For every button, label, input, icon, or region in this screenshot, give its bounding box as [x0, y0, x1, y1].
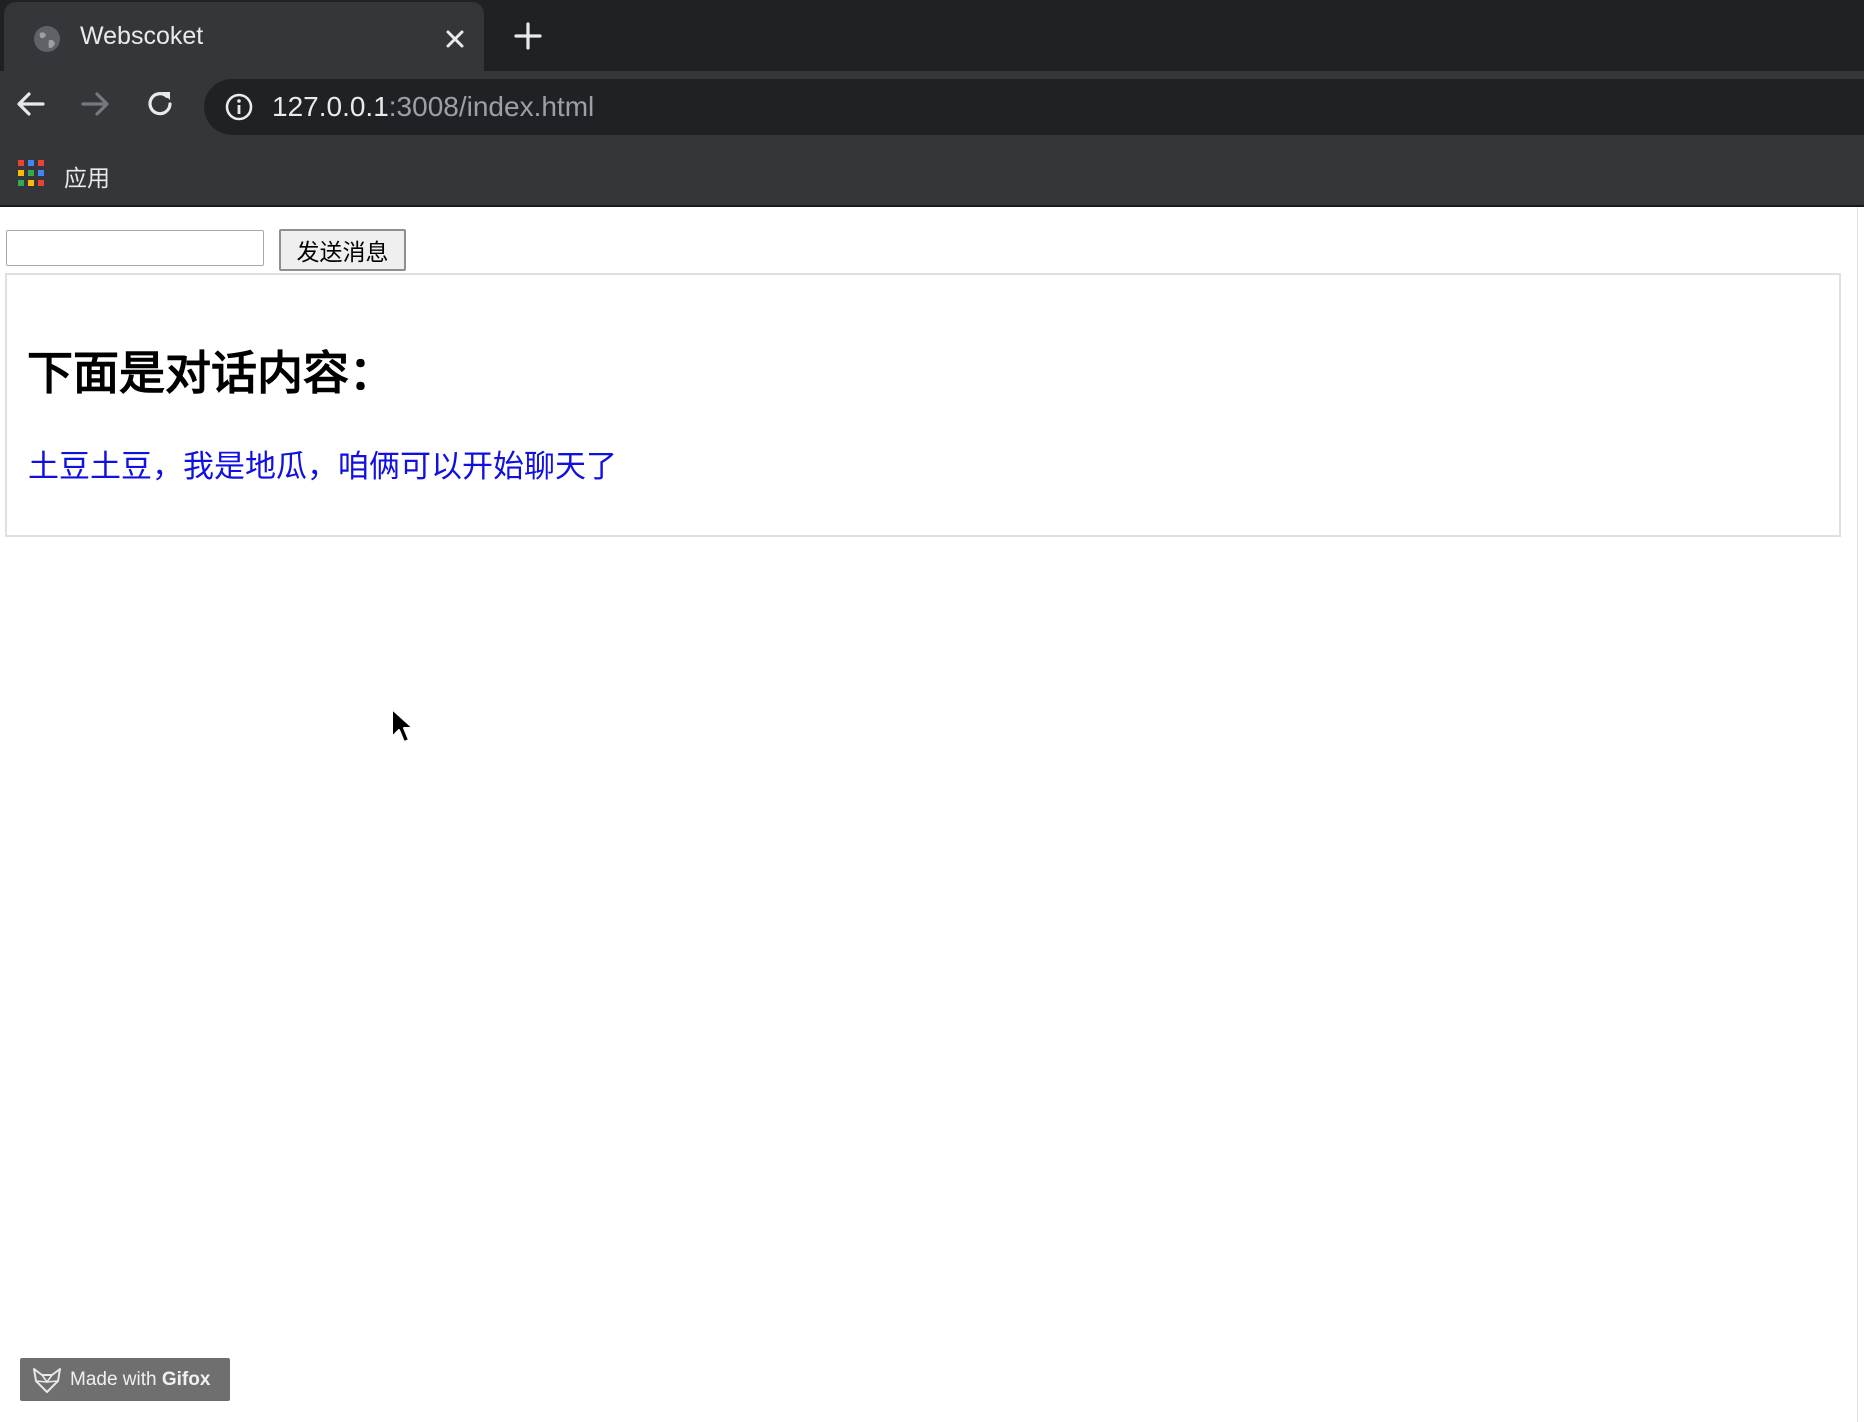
mouse-pointer-icon: [390, 707, 416, 745]
close-icon[interactable]: [440, 24, 470, 54]
watermark-text: Made with Gifox: [70, 1369, 210, 1391]
page-content: 发送消息 下面是对话内容： 土豆土豆，我是地瓜，咱俩可以开始聊天了 Made w…: [0, 207, 1864, 1422]
browser-tab[interactable]: Webscoket: [4, 2, 484, 71]
plus-icon[interactable]: [512, 20, 544, 52]
watermark-brand: Gifox: [161, 1369, 211, 1390]
send-message-button[interactable]: 发送消息: [279, 229, 406, 271]
address-bar[interactable]: 127.0.0.1:3008/index.html: [204, 79, 1864, 135]
chat-message: 土豆土豆，我是地瓜，咱俩可以开始聊天了: [28, 449, 617, 485]
scrollbar-track[interactable]: [1857, 207, 1864, 1422]
url-path: :3008/index.html: [388, 91, 595, 122]
url-text[interactable]: 127.0.0.1:3008/index.html: [272, 91, 594, 123]
browser-toolbar: 127.0.0.1:3008/index.html: [0, 71, 1864, 135]
bookmarks-bar: 应用: [0, 135, 1864, 207]
fox-icon: [32, 1366, 62, 1394]
apps-grid-icon[interactable]: [18, 160, 46, 188]
chat-heading: 下面是对话内容：: [27, 346, 395, 400]
tab-strip: Webscoket: [0, 0, 1864, 71]
tab-title: Webscoket: [80, 22, 204, 50]
reload-icon[interactable]: [143, 87, 177, 121]
bookmark-apps[interactable]: 应用: [64, 159, 110, 193]
arrow-left-icon[interactable]: [14, 87, 48, 121]
message-input[interactable]: [6, 230, 264, 266]
globe-icon: [32, 24, 62, 54]
gifox-watermark: Made with Gifox: [20, 1358, 230, 1401]
chat-container: 下面是对话内容： 土豆土豆，我是地瓜，咱俩可以开始聊天了: [5, 273, 1841, 537]
url-host: 127.0.0.1: [272, 91, 389, 122]
watermark-prefix: Made with: [70, 1369, 162, 1390]
arrow-right-icon[interactable]: [78, 87, 112, 121]
info-icon[interactable]: [224, 92, 254, 122]
